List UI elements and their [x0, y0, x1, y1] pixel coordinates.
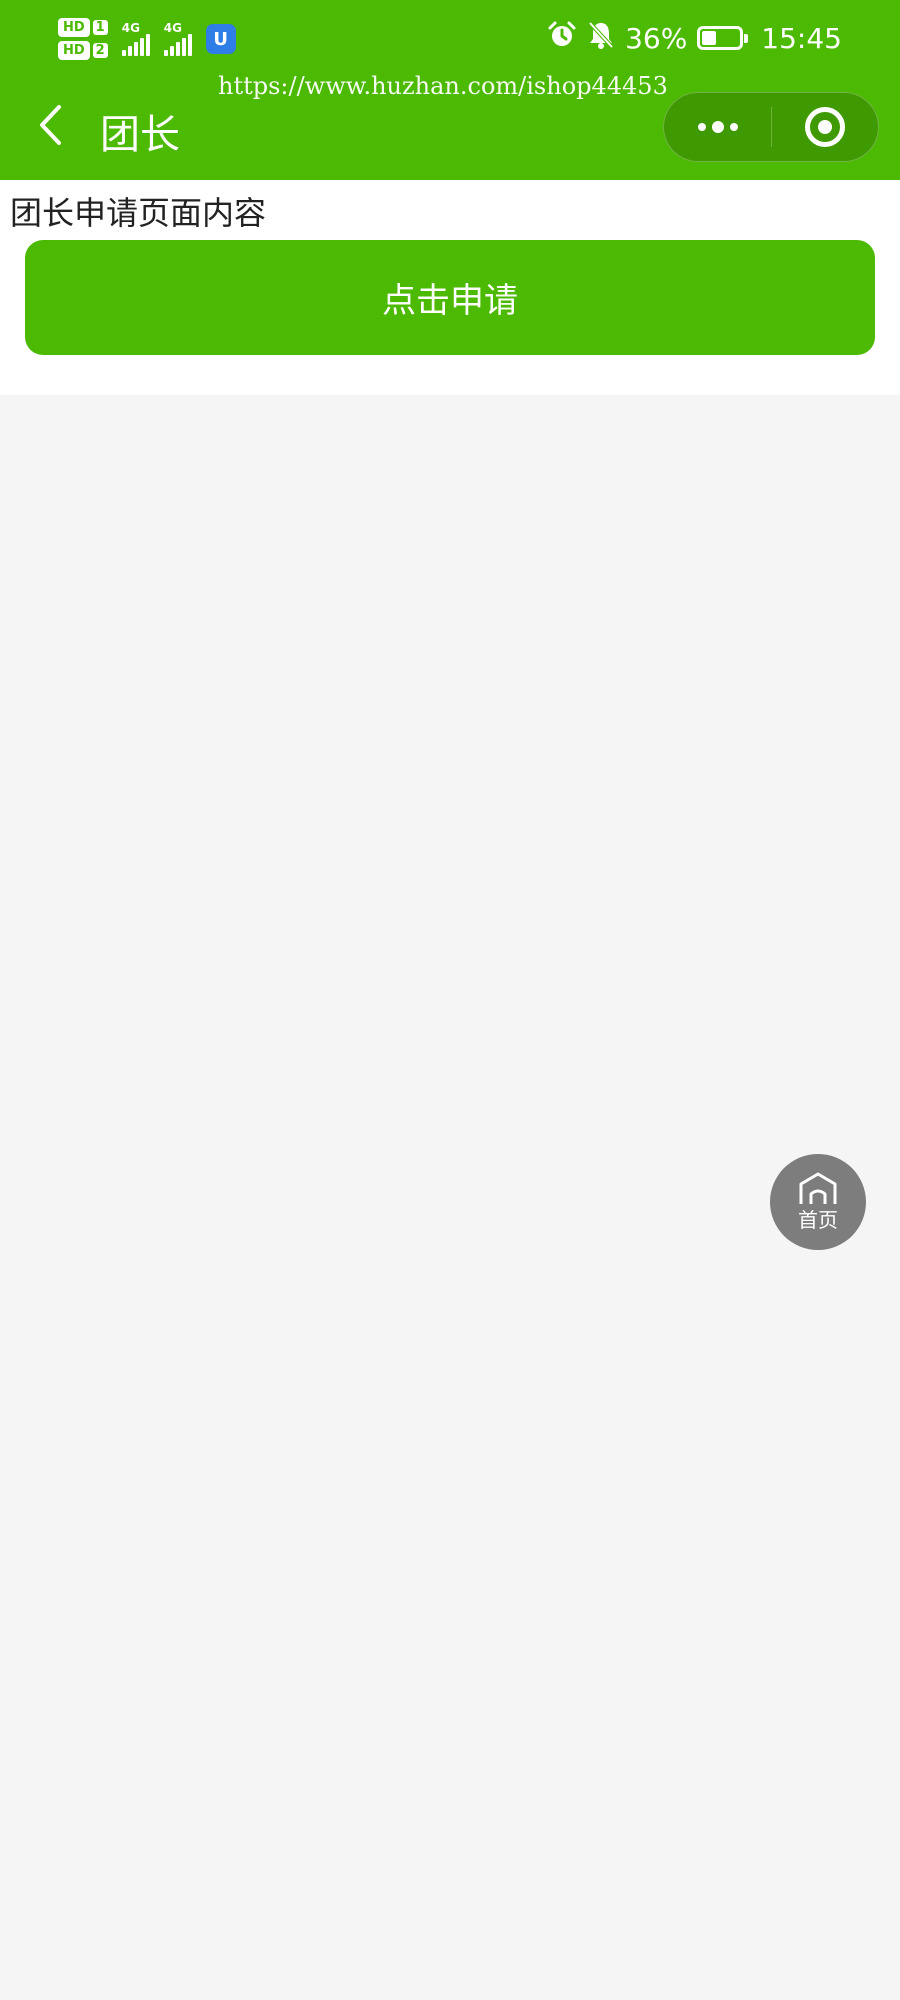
hd-row-2: HD 2 — [58, 41, 108, 60]
more-dot — [729, 123, 738, 131]
bell-muted-icon — [587, 20, 615, 57]
status-right: 36% 15:45 — [547, 18, 842, 58]
top-header: HD 1 HD 2 4G 4G U 36% 15:45 https://www.… — [0, 0, 900, 180]
home-icon — [799, 1172, 837, 1204]
back-button[interactable] — [30, 100, 70, 150]
signal-bars-2 — [163, 34, 192, 56]
miniprogram-capsule — [663, 92, 879, 162]
clock-time: 15:45 — [761, 21, 842, 55]
home-label: 首页 — [798, 1207, 838, 1232]
home-floating-button[interactable]: 首页 — [770, 1154, 866, 1250]
more-dot — [697, 123, 706, 131]
signal-bars-1 — [121, 34, 150, 56]
more-button[interactable] — [664, 93, 771, 161]
target-circle-icon — [805, 107, 845, 147]
content-card: 团长申请页面内容 点击申请 — [0, 180, 900, 395]
sim-2-label: 2 — [92, 43, 108, 58]
navigation-bar: 团长 — [0, 80, 900, 180]
page-title: 团长 — [100, 112, 180, 158]
hd-row-1: HD 1 — [58, 18, 108, 37]
status-left: HD 1 HD 2 4G 4G U — [58, 14, 236, 64]
status-bar: HD 1 HD 2 4G 4G U 36% 15:45 — [0, 0, 900, 80]
network-type-1: 4G — [121, 21, 140, 35]
hd-indicators: HD 1 HD 2 — [58, 18, 108, 60]
target-dot — [818, 120, 832, 134]
alarm-icon — [547, 20, 577, 57]
sim-1-label: 1 — [92, 20, 108, 35]
network-type-2: 4G — [163, 21, 182, 35]
apply-button[interactable]: 点击申请 — [25, 240, 875, 355]
battery-fill — [702, 31, 717, 45]
more-dot — [711, 121, 724, 133]
close-miniprogram-button[interactable] — [772, 93, 878, 161]
content-text: 团长申请页面内容 — [10, 194, 267, 232]
battery-icon — [697, 26, 749, 50]
app-notification-icon: U — [205, 24, 236, 54]
chevron-left-icon — [40, 105, 61, 145]
battery-percent: 36% — [625, 21, 688, 55]
signal-icon-2: 4G — [163, 21, 192, 56]
hd-badge-1: HD — [58, 18, 90, 37]
signal-icon-1: 4G — [121, 21, 150, 56]
hd-badge-2: HD — [58, 41, 90, 60]
